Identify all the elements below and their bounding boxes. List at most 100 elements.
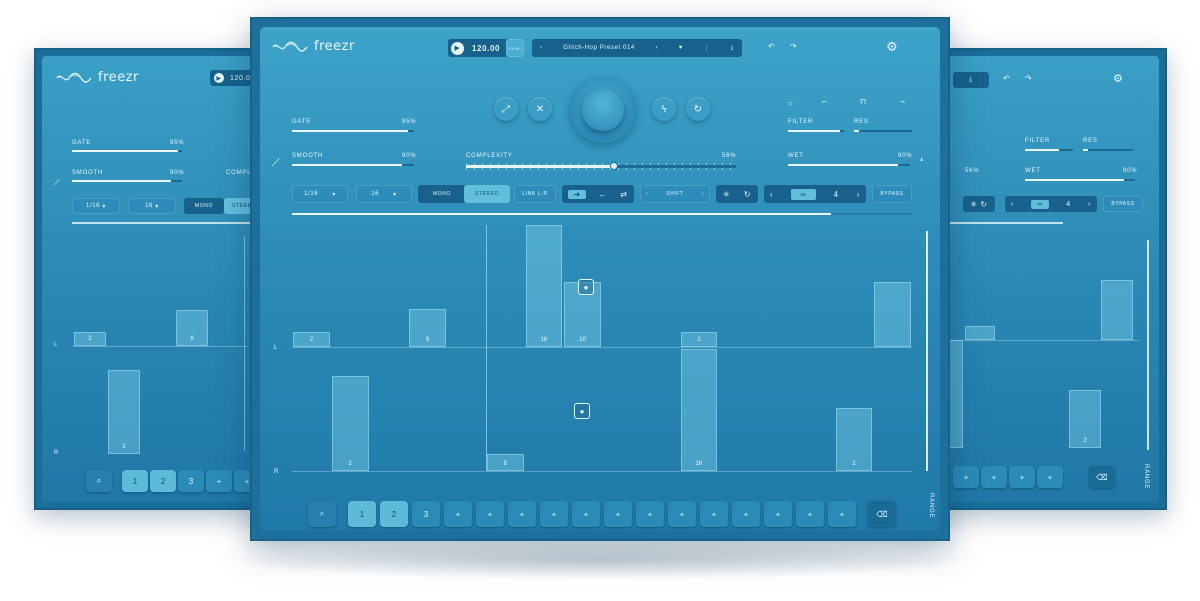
left-lane-step-bar[interactable]: 16 bbox=[525, 225, 563, 347]
backward-arrow-icon[interactable]: ← bbox=[599, 190, 608, 199]
bandpass-icon[interactable]: ⊓ bbox=[860, 97, 866, 106]
filter-slider[interactable] bbox=[788, 130, 844, 132]
right-page-add[interactable]: + bbox=[981, 466, 1007, 488]
lowpass-icon[interactable]: ¬ bbox=[900, 97, 905, 106]
left-lane-step-bar[interactable]: 2 bbox=[680, 332, 718, 347]
sync-button[interactable]: SYNC bbox=[506, 39, 524, 57]
wet-slider[interactable] bbox=[788, 164, 910, 166]
chevron-right-icon[interactable]: › bbox=[702, 191, 704, 197]
range-slider[interactable] bbox=[926, 231, 928, 471]
left-lane-step-bar[interactable] bbox=[874, 282, 911, 347]
left-rate-select[interactable]: 1/16 ▾ bbox=[72, 198, 120, 214]
res-slider[interactable] bbox=[854, 130, 912, 132]
complexity-slider[interactable] bbox=[466, 165, 736, 168]
left-bar[interactable]: 6 bbox=[176, 310, 208, 346]
download-icon[interactable]: ⤓ bbox=[953, 72, 989, 88]
complexity-handle[interactable] bbox=[610, 162, 618, 170]
download-icon[interactable]: ⤓ bbox=[731, 45, 734, 52]
left-page-2[interactable]: 2 bbox=[150, 470, 176, 492]
right-page-add[interactable]: + bbox=[1037, 466, 1063, 488]
filter-off-icon[interactable]: ○ bbox=[788, 99, 793, 108]
add-pattern-button[interactable]: + bbox=[604, 501, 632, 527]
delete-pattern-icon[interactable]: ⌫ bbox=[868, 501, 896, 527]
loop-count[interactable]: 4 bbox=[834, 190, 839, 199]
link-lr-button[interactable]: LINK L-R bbox=[514, 185, 556, 203]
preset-name[interactable]: Glitch-Hop Preset 014 bbox=[563, 45, 635, 51]
add-pattern-button[interactable]: + bbox=[476, 501, 504, 527]
search-icon[interactable]: ⌕ bbox=[308, 501, 336, 527]
right-filter-slider[interactable] bbox=[1025, 149, 1073, 151]
left-mono-button[interactable]: MONO bbox=[184, 198, 224, 214]
right-lane-step-bar[interactable]: 16 bbox=[680, 349, 718, 471]
forward-arrow-icon[interactable]: ➜ bbox=[568, 189, 586, 199]
add-pattern-button[interactable]: + bbox=[796, 501, 824, 527]
add-pattern-button[interactable]: + bbox=[668, 501, 696, 527]
add-pattern-button[interactable]: + bbox=[732, 501, 760, 527]
heart-icon[interactable]: ♥ bbox=[679, 45, 683, 51]
lock-handle-icon[interactable]: ● bbox=[578, 279, 594, 295]
right-range-slider[interactable] bbox=[1147, 240, 1149, 450]
add-pattern-button[interactable]: + bbox=[700, 501, 728, 527]
undo-icon[interactable]: ↶ bbox=[768, 42, 775, 51]
redo-icon[interactable]: ↷ bbox=[1025, 74, 1032, 83]
right-lane-step-bar[interactable]: 8 bbox=[486, 454, 524, 471]
search-icon[interactable]: ⌕ bbox=[86, 470, 112, 492]
pattern-button-3[interactable]: 3 bbox=[412, 501, 440, 527]
undo-icon[interactable]: ↶ bbox=[1003, 74, 1010, 83]
left-gate-slider[interactable] bbox=[72, 150, 182, 152]
chevron-left-icon[interactable]: ‹ bbox=[646, 191, 648, 197]
mono-button[interactable]: MONO bbox=[418, 185, 466, 203]
smooth-slider[interactable] bbox=[292, 164, 414, 166]
left-steps-select[interactable]: 16 ▾ bbox=[128, 198, 176, 214]
chevron-left-icon[interactable]: ‹ bbox=[770, 190, 773, 199]
infinity-icon[interactable]: ∞ bbox=[791, 188, 816, 200]
add-pattern-button[interactable]: + bbox=[636, 501, 664, 527]
chevron-left-icon[interactable]: ‹ bbox=[1011, 201, 1014, 208]
dice-icon[interactable]: ✳ bbox=[723, 190, 730, 199]
settings-gear-icon[interactable]: ⚙ bbox=[886, 39, 898, 55]
preset-next-icon[interactable]: › bbox=[655, 45, 658, 51]
left-bar[interactable]: 2 bbox=[74, 332, 106, 346]
right-loop-control[interactable]: ‹ ∞ 4 › bbox=[1005, 196, 1097, 212]
stereo-button[interactable]: STEREO bbox=[464, 185, 510, 203]
pattern-button-2[interactable]: 2 bbox=[380, 501, 408, 527]
right-page-add[interactable]: + bbox=[953, 466, 979, 488]
left-page-3[interactable]: 3 bbox=[178, 470, 204, 492]
shuffle-icon[interactable]: ✕ bbox=[528, 97, 552, 121]
lock-handle-icon[interactable]: ● bbox=[574, 403, 590, 419]
right-wet-slider[interactable] bbox=[1025, 179, 1135, 181]
bypass-button[interactable]: BYPASS bbox=[872, 185, 912, 203]
chevron-right-icon[interactable]: › bbox=[857, 190, 860, 199]
lightning-icon[interactable]: ϟ bbox=[652, 97, 676, 121]
pattern-button-1[interactable]: 1 bbox=[348, 501, 376, 527]
reset-icon[interactable]: ↻ bbox=[744, 190, 751, 199]
right-res-slider[interactable] bbox=[1083, 149, 1133, 151]
main-knob[interactable] bbox=[570, 77, 636, 143]
right-bar[interactable] bbox=[1101, 280, 1133, 340]
arpeggio-mode-icon[interactable]: ⤢ bbox=[494, 97, 518, 121]
refresh-icon[interactable]: ↻ bbox=[686, 97, 710, 121]
add-pattern-button[interactable]: + bbox=[764, 501, 792, 527]
right-bar[interactable] bbox=[965, 326, 995, 340]
right-lane-step-bar[interactable]: 2 bbox=[331, 376, 369, 471]
shift-control[interactable]: ‹ SHIFT › bbox=[640, 185, 710, 203]
play-icon[interactable]: ▶ bbox=[214, 73, 224, 83]
gear-icon[interactable]: ⚙ bbox=[1113, 72, 1123, 85]
rate-select[interactable]: 1/16 ▾ bbox=[292, 185, 348, 203]
right-random-buttons[interactable]: ✳ ↻ bbox=[963, 196, 995, 212]
right-page-add[interactable]: + bbox=[1009, 466, 1035, 488]
bpm-display[interactable]: 120.00 bbox=[472, 44, 500, 53]
left-smooth-slider[interactable] bbox=[72, 180, 182, 182]
play-icon[interactable]: ▶ bbox=[451, 41, 464, 55]
more-icon[interactable]: ⋮ bbox=[703, 45, 710, 52]
right-bypass-button[interactable]: BYPASS bbox=[1103, 196, 1143, 212]
left-lane-step-bar[interactable]: 6 bbox=[409, 309, 446, 347]
highpass-icon[interactable]: ⌐ bbox=[822, 97, 827, 106]
add-pattern-button[interactable]: + bbox=[508, 501, 536, 527]
preset-prev-icon[interactable]: ‹ bbox=[540, 45, 543, 51]
left-bar[interactable]: 2 bbox=[108, 370, 140, 454]
right-lane-step-bar[interactable]: 2 bbox=[835, 408, 873, 471]
chevron-right-icon[interactable]: › bbox=[1088, 201, 1091, 208]
pingpong-icon[interactable]: ⇄ bbox=[620, 190, 627, 199]
add-pattern-button[interactable]: + bbox=[828, 501, 856, 527]
